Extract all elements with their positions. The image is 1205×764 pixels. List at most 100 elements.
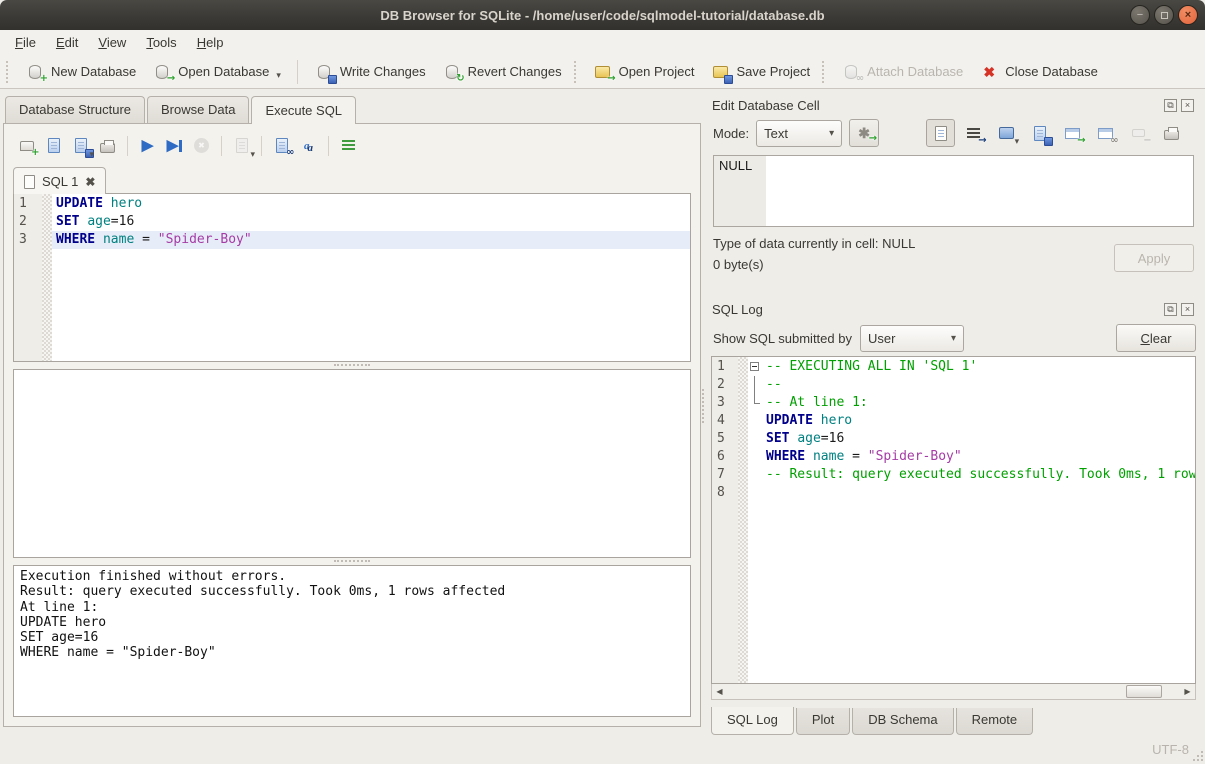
find-button[interactable]: ∞ [268,133,295,158]
filter-label: Show SQL submitted by [713,331,852,346]
open-project-button[interactable]: →Open Project [585,58,703,85]
token-cm: -- At line 1: [766,395,868,410]
tab-execute-sql[interactable]: Execute SQL [251,96,356,124]
print-icon [98,136,118,155]
apply-button[interactable]: Apply [1114,244,1194,272]
print-icon [1162,124,1182,143]
sql-log-editor[interactable]: 12345678 -- EXECUTING ALL IN 'SQL 1'----… [711,356,1196,684]
token-kw: SET [766,431,797,446]
submitted-by-select[interactable]: User ▾ [860,325,964,352]
dock-tab-sql-log[interactable]: SQL Log [711,707,794,735]
window-controls: − × [1130,5,1198,25]
tab-browse-data[interactable]: Browse Data [147,96,249,123]
new-sql-tab-button[interactable]: + [13,133,40,158]
word-wrap-button[interactable]: → [959,119,988,147]
toolbar-handle[interactable] [574,61,579,83]
print-button[interactable] [94,133,121,158]
print-button[interactable] [1157,119,1186,147]
sql-editor-tab[interactable]: SQL 1 ✖ [13,167,106,194]
menu-tools[interactable]: Tools [136,32,186,53]
token-cm: -- Result: query executed successfully. … [766,467,1195,482]
sql-log-header: SQL Log ⧉ × [709,298,1196,320]
execute-line-button[interactable]: ▶ [161,133,188,158]
editor-results-splitter[interactable] [13,362,691,369]
save-project-button[interactable]: Save Project [702,58,818,85]
execution-output-pane[interactable]: Execution finished without errors.Result… [13,565,691,717]
token-cm: -- [766,377,782,392]
close-button[interactable]: × [1178,5,1198,25]
line-number: 2 [717,376,738,394]
open-database-button[interactable]: →Open Database▾ [144,58,289,85]
scrollbar-thumb[interactable] [1126,685,1162,698]
open-sql-file-button[interactable] [40,133,67,158]
sql-tab-label: SQL 1 [42,174,78,189]
toolbar-handle[interactable] [6,61,11,83]
edit-cell-icon-bar: →▾→∞− [926,119,1186,147]
cell-value-editor[interactable]: NULL [713,155,1194,227]
save-sql-file-button[interactable]: ▾ [67,133,94,158]
horizontal-scrollbar[interactable]: ◀ ▶ [711,684,1196,700]
toolbar-handle[interactable] [822,61,827,83]
close-panel-icon[interactable]: × [1181,99,1194,112]
scroll-left-icon[interactable]: ◀ [712,684,727,699]
chevron-down-icon: ▾ [276,70,281,81]
stop-button[interactable]: ✖ [188,133,215,158]
sql-editor-code[interactable]: UPDATE heroSET age=16WHERE name = "Spide… [52,194,690,361]
text-mode-button[interactable] [926,119,955,147]
clear-log-button[interactable]: Clear [1116,324,1196,352]
close-panel-icon[interactable]: × [1181,303,1194,316]
mode-select[interactable]: Text ▾ [756,120,842,147]
revert-changes-button[interactable]: ↻Revert Changes [434,58,570,85]
close-tab-icon[interactable]: ✖ [85,176,95,188]
dock-tab-remote[interactable]: Remote [956,708,1034,735]
open-external-icon: → [1063,124,1083,143]
set-null-button[interactable]: − [1124,119,1153,147]
write-changes-button[interactable]: Write Changes [306,58,434,85]
float-panel-icon[interactable]: ⧉ [1164,303,1177,316]
text-mode-icon [931,124,951,143]
copy-link-button[interactable]: ∞ [1091,119,1120,147]
word-wrap-list-button[interactable] [335,133,362,158]
menu-view[interactable]: View [88,32,136,53]
fold-marker-icon[interactable] [748,358,762,376]
minimize-button[interactable]: − [1130,5,1150,25]
scrollbar-track[interactable] [727,684,1180,699]
edit-cell-title: Edit Database Cell [712,98,1160,113]
sql-editor[interactable]: 123 UPDATE heroSET age=16WHERE name = "S… [13,193,691,362]
sql-log-code[interactable]: -- EXECUTING ALL IN 'SQL 1'---- At line … [748,357,1195,683]
new-database-button[interactable]: +New Database [17,58,144,85]
results-pane[interactable] [13,369,691,558]
resize-grip[interactable] [1192,750,1203,761]
dock-tab-db-schema[interactable]: DB Schema [852,708,953,735]
scroll-right-icon[interactable]: ▶ [1180,684,1195,699]
toolbar-button-label: New Database [51,64,136,79]
main-tab-bar: Database StructureBrowse DataExecute SQL [3,96,701,123]
menu-edit[interactable]: Edit [46,32,88,53]
auto-switch-mode-button[interactable]: ✱→ [849,119,879,147]
status-bar: UTF-8 [0,735,1205,764]
open-external-button[interactable]: → [1058,119,1087,147]
format-sql-button[interactable]: aa [295,133,322,158]
cell-editor-content[interactable] [766,156,1193,226]
edit-cell-mode-row: Mode: Text ▾ ✱→ →▾→∞− [709,116,1196,150]
maximize-button[interactable] [1154,5,1174,25]
menu-help[interactable]: Help [187,32,234,53]
import-file-button[interactable]: ▾ [992,119,1021,147]
save-sql-file-icon [71,136,91,155]
menu-file[interactable]: File [5,32,46,53]
word-wrap-list-icon [339,136,359,155]
results-output-splitter[interactable] [13,558,691,565]
vertical-splitter[interactable] [701,89,705,735]
float-panel-icon[interactable]: ⧉ [1164,99,1177,112]
attach-database-button[interactable]: ∞Attach Database [833,58,971,85]
save-results-button[interactable]: ▾ [228,133,255,158]
export-file-button[interactable] [1025,119,1054,147]
stop-icon: ✖ [192,136,212,155]
close-database-button[interactable]: ✖Close Database [971,58,1106,85]
tab-database-structure[interactable]: Database Structure [5,96,145,123]
execute-all-button[interactable]: ▶ [134,133,161,158]
dock-tab-bar: SQL LogPlotDB SchemaRemote [709,708,1196,735]
dock-tab-plot[interactable]: Plot [796,708,850,735]
output-line: SET age=16 [20,630,684,645]
toolbar-separator [221,136,222,156]
